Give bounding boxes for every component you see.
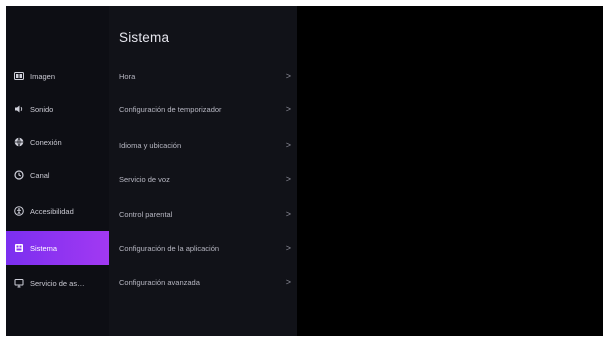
menu-item-label: Configuración avanzada — [119, 277, 200, 287]
image-icon — [14, 71, 24, 81]
sidebar-item-label: Servicio de as… — [30, 278, 85, 288]
menu-item-control-parental[interactable]: Control parental > — [109, 199, 297, 229]
sidebar-item-label: Conexión — [30, 137, 62, 147]
system-settings-panel: Sistema Hora > Configuración de temporiz… — [109, 6, 297, 336]
sidebar-item-conexion[interactable]: Conexión — [6, 127, 109, 157]
menu-item-idioma[interactable]: Idioma y ubicación > — [109, 130, 297, 160]
sidebar-item-label: Sonido — [30, 104, 54, 114]
menu-item-label: Hora — [119, 71, 136, 81]
accessibility-icon — [14, 206, 24, 216]
sidebar-item-label: Accesibilidad — [30, 206, 74, 216]
chevron-right-icon: > — [285, 174, 291, 184]
chevron-right-icon: > — [285, 140, 291, 150]
globe-icon — [14, 137, 24, 147]
channel-icon — [14, 170, 24, 180]
menu-item-config-aplicacion[interactable]: Configuración de la aplicación > — [109, 233, 297, 263]
menu-item-label: Servicio de voz — [119, 174, 170, 184]
menu-item-label: Control parental — [119, 209, 173, 219]
menu-item-config-avanzada[interactable]: Configuración avanzada > — [109, 267, 297, 297]
system-icon — [14, 243, 24, 253]
tv-settings-screen: Imagen Sonido Conexión Canal Accesibilid — [6, 6, 603, 336]
sidebar-item-label: Canal — [30, 170, 50, 180]
chevron-right-icon: > — [285, 243, 291, 253]
menu-item-temporizador[interactable]: Configuración de temporizador > — [109, 94, 297, 124]
settings-sidebar: Imagen Sonido Conexión Canal Accesibilid — [6, 6, 109, 336]
content-area — [297, 6, 603, 336]
sidebar-item-imagen[interactable]: Imagen — [6, 61, 109, 91]
sidebar-item-canal[interactable]: Canal — [6, 160, 109, 190]
menu-item-label: Idioma y ubicación — [119, 140, 182, 150]
chevron-right-icon: > — [285, 209, 291, 219]
menu-item-hora[interactable]: Hora > — [109, 61, 297, 91]
sidebar-item-sistema[interactable]: Sistema — [6, 231, 109, 265]
chevron-right-icon: > — [285, 277, 291, 287]
speaker-icon — [14, 104, 24, 114]
sidebar-item-sonido[interactable]: Sonido — [6, 94, 109, 124]
sidebar-item-accesibilidad[interactable]: Accesibilidad — [6, 196, 109, 226]
sidebar-item-servicio[interactable]: Servicio de as… — [6, 268, 109, 298]
menu-item-label: Configuración de la aplicación — [119, 243, 220, 253]
page-title: Sistema — [119, 30, 170, 45]
sidebar-item-label: Imagen — [30, 71, 56, 81]
menu-item-servicio-voz[interactable]: Servicio de voz > — [109, 164, 297, 194]
chevron-right-icon: > — [285, 104, 291, 114]
sidebar-item-label: Sistema — [30, 243, 58, 253]
menu-item-label: Configuración de temporizador — [119, 104, 222, 114]
support-icon — [14, 278, 24, 288]
chevron-right-icon: > — [285, 71, 291, 81]
